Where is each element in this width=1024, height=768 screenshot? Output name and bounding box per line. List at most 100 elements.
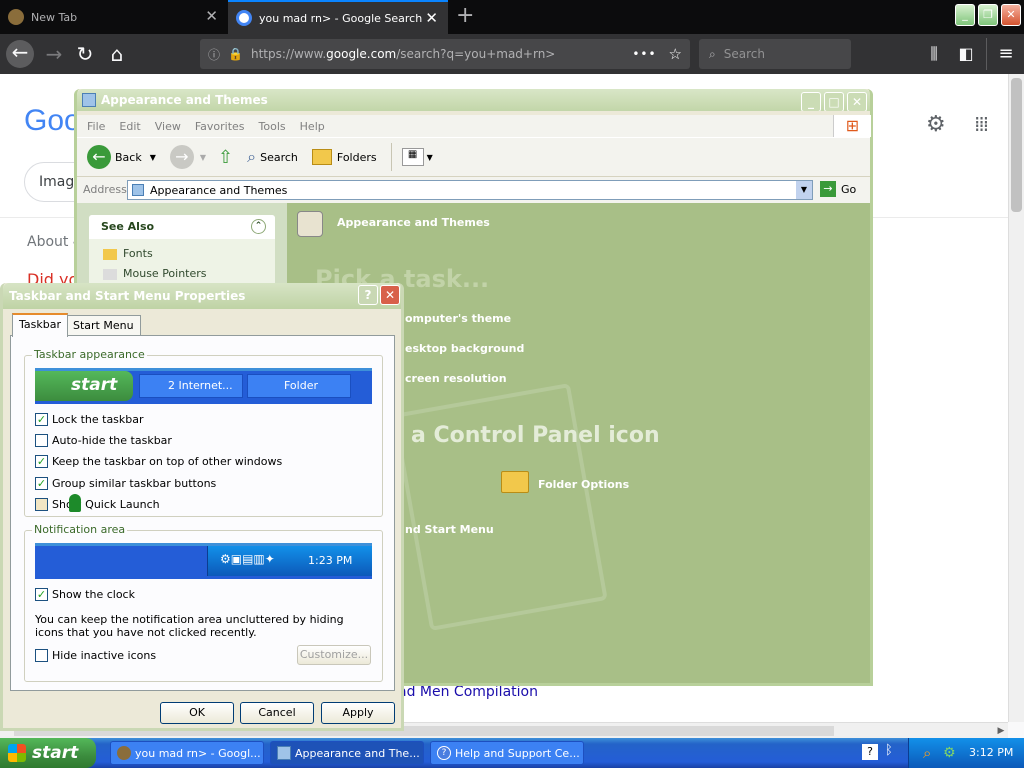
folder-options-icon[interactable] — [501, 471, 529, 493]
library-icon[interactable]: ⫼ — [922, 42, 946, 66]
result-link[interactable]: ad Men Compilation — [398, 684, 538, 700]
search-icon[interactable]: ⌕ — [247, 147, 256, 167]
menu-help[interactable]: Help — [300, 120, 325, 133]
new-tab-plus-icon[interactable]: + — [456, 4, 474, 28]
vertical-scrollbar[interactable] — [1008, 74, 1024, 722]
see-also-mouse-pointers[interactable]: Mouse Pointers — [103, 267, 207, 280]
menu-view[interactable]: View — [155, 120, 181, 133]
window-title: Appearance and Themes — [101, 93, 268, 107]
menu-hamburger-icon[interactable]: ≡ — [994, 42, 1018, 66]
autohide-checkbox[interactable]: Auto-hide the taskbar — [35, 434, 172, 447]
close-tab-icon[interactable]: ✕ — [205, 8, 218, 24]
views-icon[interactable]: ▦ — [401, 148, 424, 166]
checkbox-box[interactable]: ✓ — [35, 413, 48, 426]
checkbox-box[interactable] — [35, 434, 48, 447]
go-arrow-icon[interactable]: → — [820, 181, 836, 197]
checkbox-box[interactable]: ✓ — [35, 588, 48, 601]
url-prefix: https://www. — [250, 47, 327, 61]
google-logo[interactable]: Goo — [24, 104, 81, 138]
page-actions-icon[interactable]: ••• — [632, 47, 656, 61]
task-link-theme[interactable]: omputer's theme — [405, 312, 511, 325]
help-icon[interactable]: ? — [358, 285, 378, 305]
scroll-right-icon[interactable]: ▶ — [994, 723, 1008, 739]
info-icon[interactable]: ⓘ — [208, 46, 220, 63]
chevron-down-icon[interactable]: ▼ — [796, 181, 812, 199]
customize-button[interactable]: Customize... — [297, 645, 371, 665]
tab-taskbar[interactable]: Taskbar — [12, 313, 68, 337]
url-bar[interactable]: ⓘ 🔒 https://www. google.com/search?q=you+… — [200, 39, 690, 69]
fonts-folder-icon — [103, 248, 117, 260]
tab-start-menu[interactable]: Start Menu — [66, 315, 141, 337]
ok-button[interactable]: OK — [160, 702, 234, 724]
checkbox-box[interactable]: ✓ — [35, 477, 48, 490]
task-link-resolution[interactable]: creen resolution — [405, 372, 507, 385]
chevron-down-icon[interactable]: ▼ — [150, 153, 156, 162]
collapse-chevron-icon[interactable]: ⌃ — [251, 219, 266, 234]
folders-button[interactable]: Folders — [337, 151, 377, 164]
category-title: Appearance and Themes — [337, 216, 490, 229]
dialog-titlebar[interactable]: Taskbar and Start Menu Properties ? ✕ — [3, 283, 401, 309]
back-arrow-icon[interactable]: ← — [6, 40, 34, 68]
taskbar-task-help[interactable]: ? Help and Support Ce... — [430, 741, 584, 765]
folders-icon[interactable] — [311, 149, 332, 165]
forward-arrow-icon[interactable]: → — [42, 42, 66, 66]
maximize-icon[interactable]: □ — [824, 92, 844, 111]
network-icon[interactable]: ⚙ — [943, 738, 956, 768]
hide-inactive-checkbox[interactable]: Hide inactive icons — [35, 649, 156, 662]
sidebar-icon[interactable]: ◧ — [954, 42, 978, 66]
tab-google-search[interactable]: you mad rn> - Google Search ✕ — [228, 0, 448, 34]
close-tab-icon[interactable]: ✕ — [425, 10, 438, 26]
lock-taskbar-checkbox[interactable]: ✓ Lock the taskbar — [35, 413, 144, 426]
gear-icon[interactable]: ⚙ — [926, 112, 946, 137]
taskbar-task-appearance[interactable]: Appearance and The... — [270, 741, 424, 765]
task-link-desktop[interactable]: esktop background — [405, 342, 524, 355]
checkbox-box[interactable] — [35, 649, 48, 662]
go-button[interactable]: Go — [841, 183, 856, 196]
chevron-down-icon[interactable]: ▼ — [200, 153, 206, 162]
cancel-button[interactable]: Cancel — [240, 702, 314, 724]
search-bar[interactable]: ⌕ Search — [699, 39, 851, 69]
close-icon[interactable]: ✕ — [847, 92, 867, 111]
minimize-icon[interactable]: _ — [955, 4, 975, 26]
back-button[interactable]: Back — [115, 151, 142, 164]
close-icon[interactable]: ✕ — [380, 285, 400, 305]
checkbox-box[interactable] — [35, 498, 48, 511]
home-icon[interactable]: ⌂ — [105, 42, 129, 66]
keep-on-top-checkbox[interactable]: ✓ Keep the taskbar on top of other window… — [35, 455, 282, 468]
chevron-down-icon[interactable]: ▼ — [427, 153, 433, 162]
help-tray-icon[interactable]: ? — [862, 744, 878, 760]
maximize-icon[interactable]: ❐ — [978, 4, 998, 26]
group-buttons-checkbox[interactable]: ✓ Group similar taskbar buttons — [35, 477, 216, 490]
address-input[interactable]: Appearance and Themes ▼ — [127, 180, 813, 200]
search-button[interactable]: Search — [260, 151, 298, 164]
up-folder-icon[interactable]: ⇧ — [218, 147, 233, 168]
magnifier-icon[interactable]: ⌕ — [923, 738, 931, 768]
tab-new-tab[interactable]: New Tab ✕ — [0, 0, 228, 34]
close-window-icon[interactable]: ✕ — [1001, 4, 1021, 26]
menu-tools[interactable]: Tools — [259, 120, 286, 133]
tray-clock[interactable]: 3:12 PM — [969, 738, 1013, 768]
taskbar-task-firefox[interactable]: you mad rn> - Googl... — [110, 741, 264, 765]
back-icon[interactable]: ← — [87, 145, 111, 169]
show-clock-checkbox[interactable]: ✓ Show the clock — [35, 588, 135, 601]
menu-edit[interactable]: Edit — [119, 120, 140, 133]
menu-favorites[interactable]: Favorites — [195, 120, 245, 133]
explorer-titlebar[interactable]: Appearance and Themes _ □ ✕ — [77, 89, 870, 111]
checkbox-box[interactable]: ✓ — [35, 455, 48, 468]
scroll-thumb[interactable] — [1011, 78, 1022, 212]
taskbar-start-menu-link[interactable]: nd Start Menu — [405, 523, 494, 536]
forward-icon[interactable]: → — [169, 145, 194, 169]
start-button[interactable]: start — [0, 738, 96, 768]
menu-file[interactable]: File — [87, 120, 105, 133]
option-label: Keep the taskbar on top of other windows — [52, 455, 283, 468]
folder-options-link[interactable]: Folder Options — [538, 478, 629, 491]
reload-icon[interactable]: ↻ — [73, 42, 97, 66]
bookmark-star-icon[interactable]: ☆ — [669, 45, 682, 63]
see-also-fonts[interactable]: Fonts — [103, 247, 153, 260]
minimize-icon[interactable]: _ — [801, 92, 821, 111]
quick-launch-checkbox[interactable]: Show Quick Launch — [35, 498, 160, 511]
see-also-header[interactable]: See Also ⌃ — [89, 215, 275, 239]
apps-grid-icon[interactable]: ⁞⁞⁞ — [974, 112, 989, 136]
bluetooth-icon[interactable]: ᛒ — [885, 743, 893, 758]
apply-button[interactable]: Apply — [321, 702, 395, 724]
